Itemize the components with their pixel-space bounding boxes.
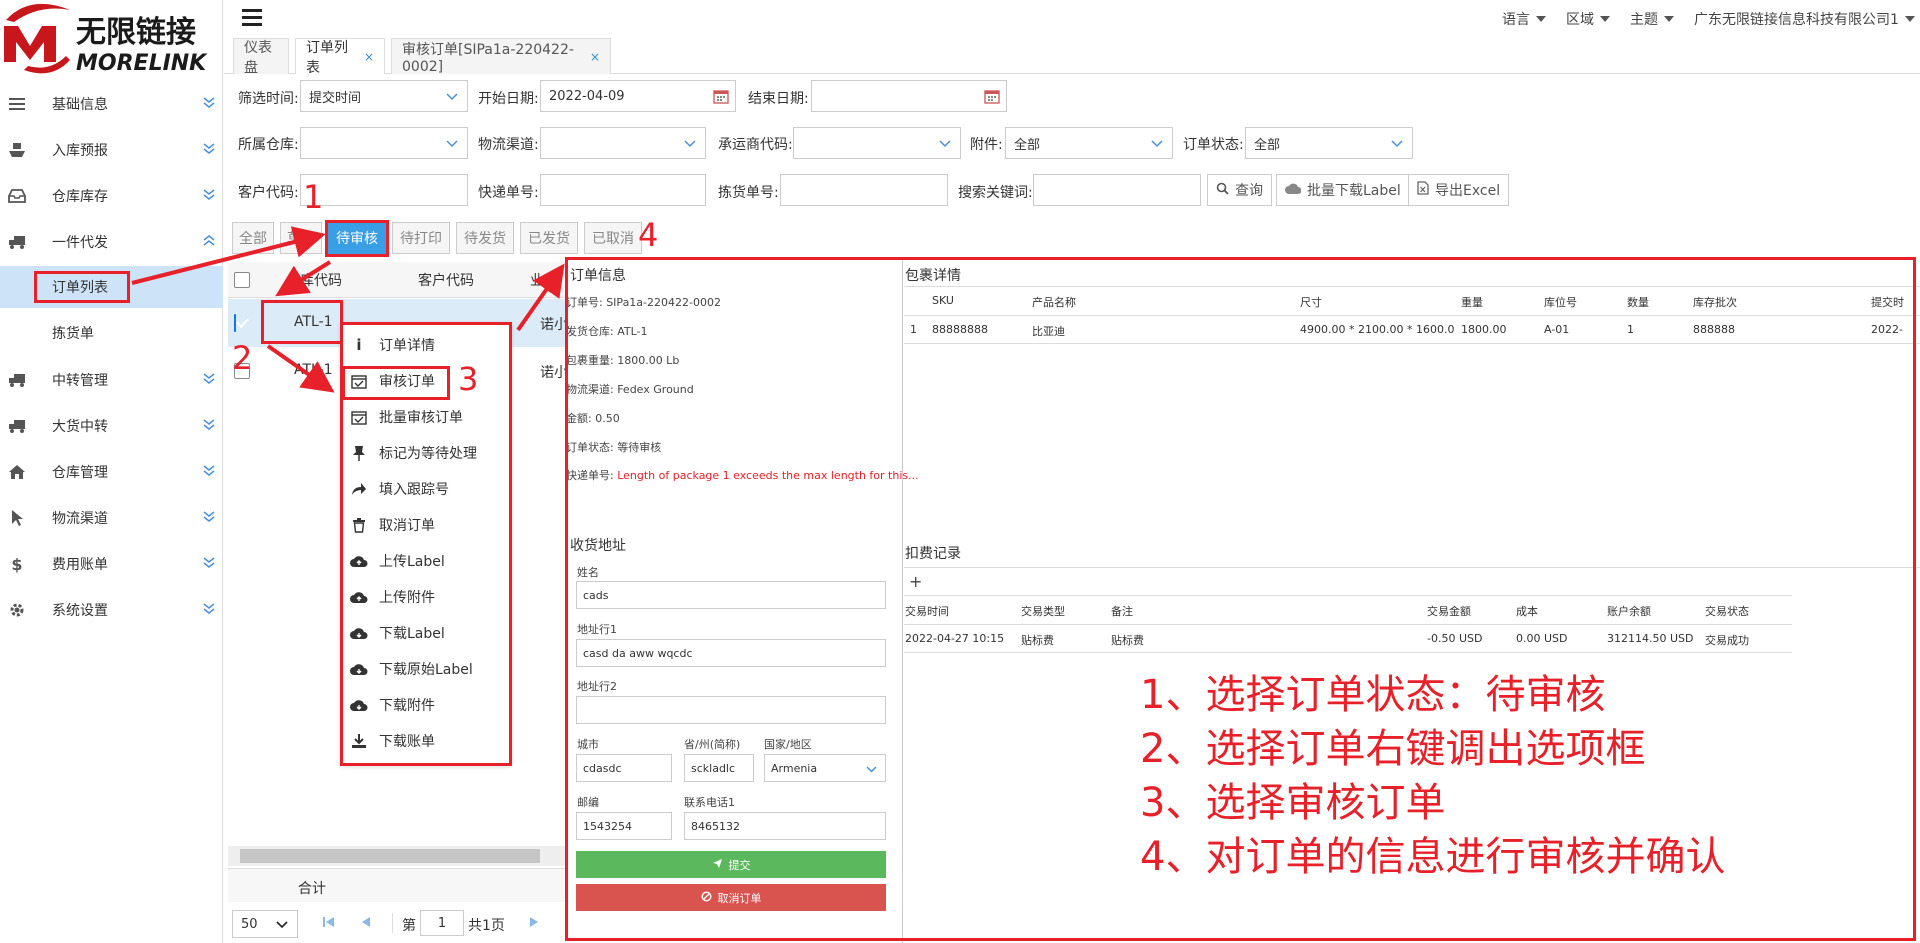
instruction-step-4: 4、对订单的信息进行审核并确认 [1140,834,1726,880]
step-number-3: 3 [458,360,479,398]
instruction-list: 1、选择订单状态：待审核 2、选择订单右键调出选项框 3、选择审核订单 4、对订… [1140,668,1725,884]
instruction-step-3: 3、选择审核订单 [1140,780,1446,826]
instruction-step-1: 1、选择订单状态：待审核 [1140,672,1606,718]
step-number-2: 2 [232,339,253,377]
instruction-step-2: 2、选择订单右键调出选项框 [1140,726,1646,772]
step-number-4: 4 [638,216,659,254]
step-number-1: 1 [303,178,324,216]
